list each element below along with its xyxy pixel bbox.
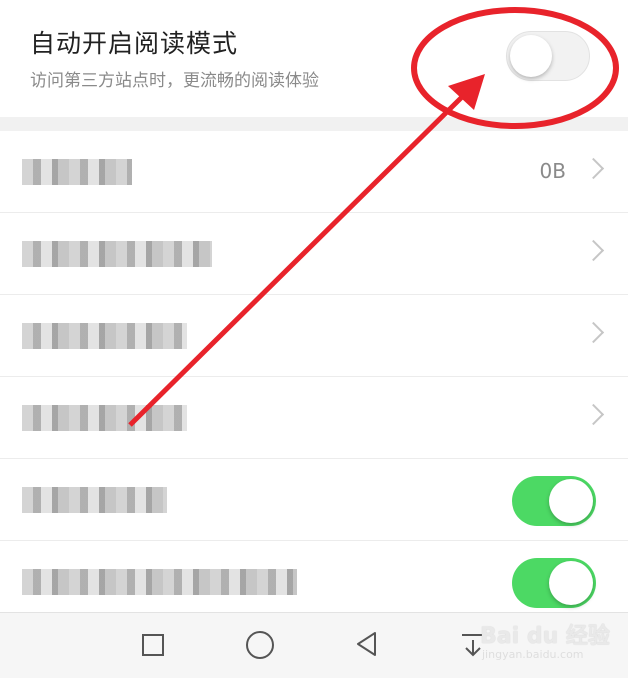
blurred-label: [22, 487, 167, 513]
blurred-label: [22, 323, 187, 349]
blurred-label: [22, 159, 132, 185]
settings-row[interactable]: [0, 295, 628, 377]
settings-toggle[interactable]: [512, 476, 596, 526]
reading-mode-row[interactable]: 自动开启阅读模式 访问第三方站点时，更流畅的阅读体验: [0, 0, 628, 117]
section-divider: [0, 117, 628, 131]
blurred-label: [22, 241, 212, 267]
blurred-label: [22, 569, 297, 595]
toggle-knob: [549, 561, 593, 605]
chevron-right-icon: [582, 239, 605, 262]
square-icon[interactable]: [142, 634, 164, 656]
back-triangle-icon[interactable]: [352, 629, 382, 659]
settings-row: [0, 459, 628, 541]
reading-mode-subtitle: 访问第三方站点时，更流畅的阅读体验: [30, 71, 319, 91]
cache-size-value: 0B: [539, 159, 566, 183]
blurred-label: [22, 405, 187, 431]
toggle-knob: [549, 479, 593, 523]
circle-home-icon[interactable]: [246, 631, 274, 659]
settings-row[interactable]: 0B: [0, 131, 628, 213]
settings-row[interactable]: [0, 213, 628, 295]
toggle-knob: [510, 35, 552, 77]
chevron-right-icon: [582, 403, 605, 426]
watermark-sub: jingyan.baidu.com: [482, 648, 584, 661]
baidu-watermark: Bai du 经验 jingyan.baidu.com: [480, 616, 620, 664]
settings-toggle[interactable]: [512, 558, 596, 608]
settings-row: [0, 541, 628, 623]
chevron-right-icon: [582, 157, 605, 180]
settings-row[interactable]: [0, 377, 628, 459]
reading-mode-toggle[interactable]: [506, 31, 590, 81]
reading-mode-title: 自动开启阅读模式: [30, 29, 239, 58]
chevron-right-icon: [582, 321, 605, 344]
watermark-main: Bai du 经验: [480, 624, 610, 649]
